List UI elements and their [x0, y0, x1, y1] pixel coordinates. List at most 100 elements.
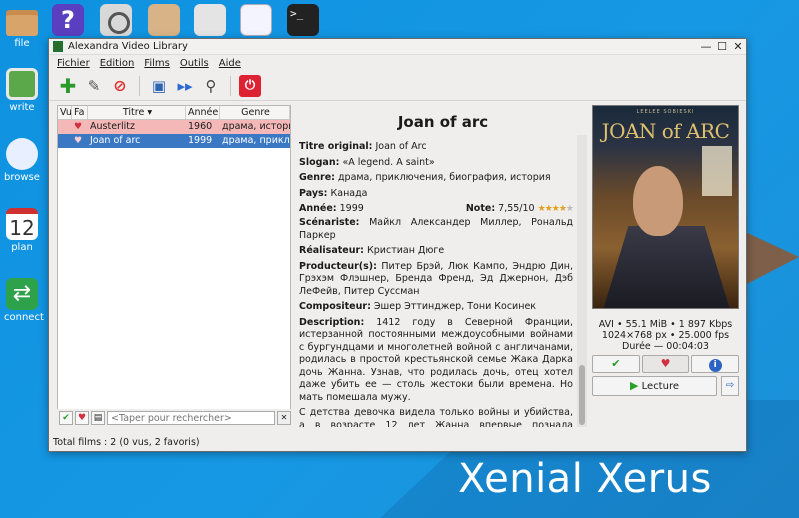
- genre-cell: драма, прикл...: [222, 135, 290, 146]
- document-icon[interactable]: [240, 4, 272, 36]
- details-vertical-scrollbar[interactable]: [577, 135, 587, 427]
- package-icon[interactable]: [148, 4, 180, 36]
- toolbar-separator: [230, 75, 231, 96]
- search-icon[interactable]: ⚲: [200, 75, 222, 97]
- film-details: Joan of arc Titre original: Joan of Arc …: [299, 105, 587, 427]
- menu-fichier[interactable]: Fichier: [57, 58, 90, 69]
- desktop-browse-label: browse: [4, 172, 40, 183]
- title-cell: Joan of arc: [90, 135, 141, 146]
- poster-credit: LEELEE SOBIESKI: [636, 109, 695, 115]
- filter-seen-checkmark-icon[interactable]: ✔: [59, 411, 73, 425]
- menu-films[interactable]: Films: [144, 58, 170, 69]
- toolbar-separator: [139, 75, 140, 96]
- minimize-button[interactable]: —: [698, 40, 714, 53]
- cloud-icon: [6, 138, 38, 170]
- app-window: Alexandra Video Library — ☐ ✕ Fichier Ed…: [48, 38, 747, 452]
- desktop-plan-label: plan: [11, 242, 33, 253]
- field-label: Description:: [299, 316, 365, 328]
- title-cell: Austerlitz: [90, 121, 135, 132]
- sort-down-icon: ▾: [147, 107, 153, 118]
- field-label: Producteur(s):: [299, 260, 377, 272]
- year-field: Année: 1999: [299, 203, 364, 214]
- folder-icon: [6, 10, 38, 36]
- play-button[interactable]: ▶ Lecture: [592, 376, 717, 396]
- column-title[interactable]: Titre ▾: [88, 106, 186, 119]
- description-value: 1412 году в Северной Франции, истерзанно…: [299, 316, 573, 403]
- list-header: Vu Fa Titre ▾ Année Genre: [58, 106, 290, 120]
- filter-favorite-heart-icon[interactable]: ♥: [75, 411, 89, 425]
- composer-value: Эшер Эттинджер, Тони Косинек: [373, 301, 537, 312]
- favorite-button[interactable]: ♥: [641, 355, 690, 373]
- column-title-label: Titre: [122, 107, 145, 118]
- mark-seen-button[interactable]: ✔: [592, 355, 640, 373]
- play-row: ▶ Lecture ⇨: [592, 376, 739, 396]
- table-row[interactable]: ♥ Austerlitz 1960 драма, история: [58, 120, 290, 134]
- filter-list-icon[interactable]: ▤: [91, 411, 105, 425]
- terminal-icon[interactable]: >_: [287, 4, 319, 36]
- help-icon[interactable]: ?: [52, 4, 84, 36]
- file-resolution: 1024×768 px • 25.000 fps: [601, 330, 730, 341]
- seen-cell: [58, 134, 72, 148]
- field-label: Compositeur:: [299, 301, 371, 312]
- delete-icon[interactable]: ⊘: [109, 75, 131, 97]
- view-details-icon[interactable]: ▣: [148, 75, 170, 97]
- add-film-icon[interactable]: ✚: [57, 74, 79, 98]
- column-year[interactable]: Année: [186, 106, 220, 119]
- file-info: AVI • 55.1 MiB • 1 897 Kbps 1024×768 px …: [592, 319, 739, 352]
- calendar-icon: 12: [6, 208, 38, 240]
- column-favorite[interactable]: Fa: [72, 106, 88, 119]
- toolbar: ✚ ✎ ⊘ ▣ ▸▸ ⚲ ⏻: [49, 71, 746, 101]
- clear-search-icon[interactable]: ✕: [277, 411, 291, 425]
- year-cell: 1960: [188, 121, 213, 132]
- menu-edition[interactable]: Edition: [100, 58, 135, 69]
- slogan-value: «A legend. A saint»: [342, 156, 435, 168]
- column-seen[interactable]: Vu: [58, 106, 72, 119]
- slogan-field: Slogan: «A legend. A saint»: [299, 157, 587, 170]
- connect-arrows-icon: ⇄: [6, 278, 38, 310]
- film-title: Joan of arc: [397, 113, 489, 131]
- search-input[interactable]: [107, 411, 275, 425]
- desktop-write[interactable]: write: [4, 68, 40, 113]
- writer-icon: [6, 68, 38, 100]
- composer-field: Compositeur: Эшер Эттинджер, Тони Косине…: [299, 301, 587, 314]
- desktop-plan[interactable]: 12 plan: [4, 208, 40, 253]
- field-label: Réalisateur:: [299, 245, 364, 256]
- status-bar: Total films : 2 (0 vus, 2 favoris): [53, 437, 200, 448]
- play-label: Lecture: [641, 381, 679, 392]
- info-button[interactable]: i: [691, 355, 740, 373]
- favorite-heart-icon: ♥: [74, 136, 83, 146]
- rating-stars-icon: ★★★★★: [537, 204, 574, 214]
- director-field: Réalisateur: Кристиан Дюге: [299, 245, 587, 258]
- desktop-connect[interactable]: ⇄ connect: [4, 278, 44, 323]
- file-format: AVI • 55.1 MiB • 1 897 Kbps: [598, 319, 733, 330]
- field-label: Année:: [299, 203, 337, 214]
- menu-outils[interactable]: Outils: [180, 58, 209, 69]
- edit-pencil-icon[interactable]: ✎: [83, 75, 105, 97]
- column-genre[interactable]: Genre: [220, 106, 290, 119]
- settings-mixer-icon[interactable]: [194, 4, 226, 36]
- poster-portrait: [633, 166, 683, 236]
- info-icon: i: [708, 359, 722, 372]
- original-title-field: Titre original: Joan of Arc: [299, 141, 587, 154]
- power-icon[interactable]: ⏻: [239, 74, 261, 97]
- maximize-button[interactable]: ☐: [714, 40, 730, 53]
- genre-field: Genre: драма, приключения, биография, ис…: [299, 172, 587, 185]
- close-button[interactable]: ✕: [730, 40, 746, 53]
- menu-aide[interactable]: Aide: [219, 58, 241, 69]
- play-icon: ▶: [629, 379, 639, 392]
- desktop-file[interactable]: file: [4, 6, 40, 49]
- field-label: Titre original:: [299, 141, 373, 152]
- title-bar[interactable]: Alexandra Video Library — ☐ ✕: [49, 39, 746, 55]
- disk-icon[interactable]: [100, 4, 132, 36]
- desktop-file-label: file: [14, 38, 30, 49]
- field-label: Genre:: [299, 172, 335, 183]
- rating-field: Note: 7,55/10 ★★★★★: [466, 203, 574, 214]
- external-player-icon[interactable]: ⇨: [721, 376, 739, 396]
- desktop-browse[interactable]: browse: [4, 138, 40, 183]
- country-field: Pays: Канада: [299, 188, 587, 201]
- desktop-connect-label: connect: [4, 312, 44, 323]
- film-list: Vu Fa Titre ▾ Année Genre ♥ Austerlitz 1…: [57, 105, 291, 427]
- table-row-selected[interactable]: ♥ Joan of arc 1999 драма, прикл...: [58, 134, 290, 148]
- year-cell: 1999: [188, 135, 213, 146]
- fast-forward-icon[interactable]: ▸▸: [174, 75, 196, 97]
